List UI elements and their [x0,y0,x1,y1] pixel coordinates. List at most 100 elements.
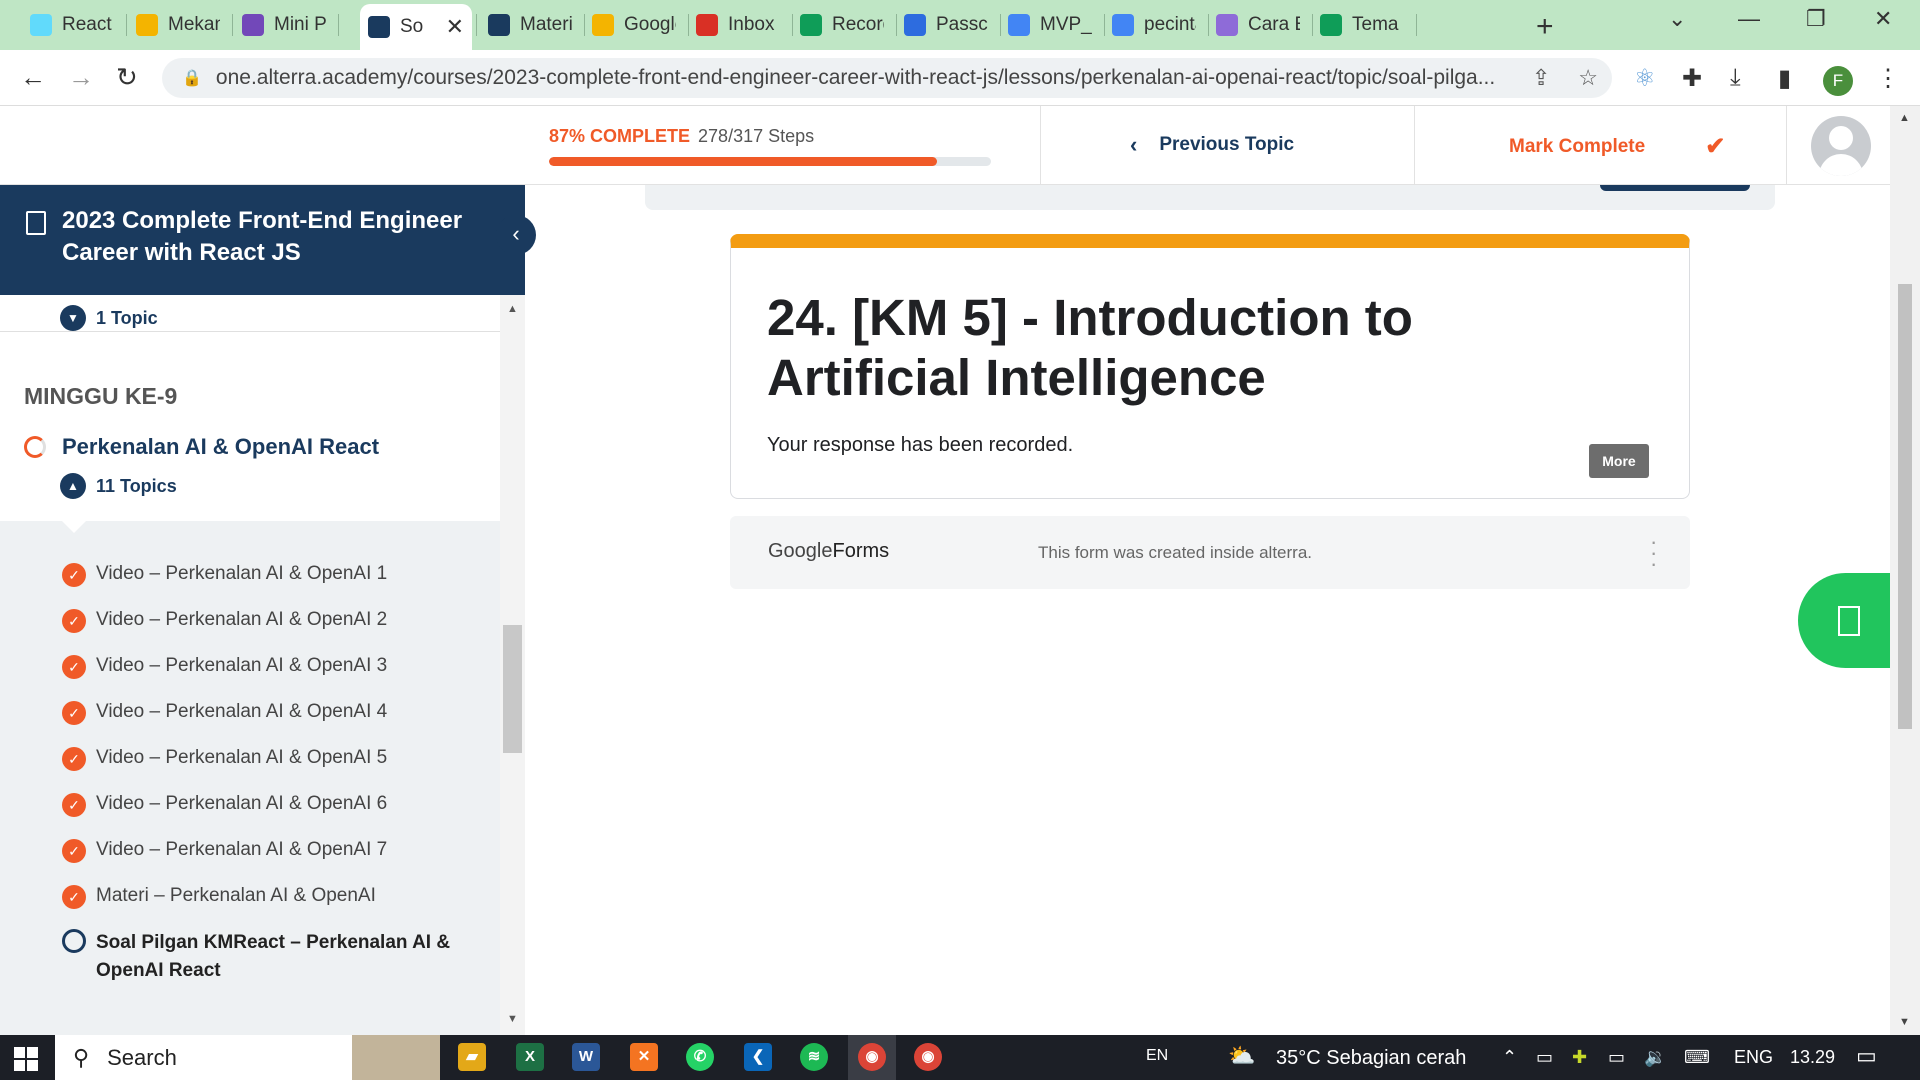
language-indicator[interactable]: ENG [1734,1047,1773,1068]
download-icon[interactable]: ⤓ [1730,64,1741,92]
course-header: 2023 Complete Front-End Engineer Career … [0,185,525,295]
tab-title: React [62,14,112,35]
notification-icon[interactable]: ▭ [1856,1043,1877,1069]
browser-tab[interactable]: Record [792,8,892,42]
meet-icon[interactable]: ▭ [1536,1047,1553,1068]
header-divider [1040,106,1041,185]
topic-item[interactable]: ✓ Video – Perkenalan AI & OpenAI 1 [62,563,476,609]
previous-topic-button[interactable]: ‹ Previous Topic [1130,132,1294,158]
forward-icon[interactable]: → [68,62,94,93]
sidebar-scrollbar[interactable]: ▲ ▼ [500,295,525,1035]
course-title[interactable]: 2023 Complete Front-End Engineer Career … [62,205,482,269]
mark-complete-button[interactable]: Mark Complete ✔ [1509,132,1725,161]
scroll-up-icon[interactable]: ▲ [1899,112,1910,124]
close-tab-icon[interactable]: ✕ [446,14,464,40]
progress-ring-icon [24,436,46,458]
clock[interactable]: 13.29 [1790,1047,1835,1068]
whatsapp-icon[interactable]: ✆ [686,1043,714,1071]
address-bar[interactable]: 🔒 one.alterra.academy/courses/2023-compl… [162,58,1612,98]
vpn-icon[interactable]: ✚ [1572,1047,1587,1068]
lesson-link[interactable]: Perkenalan AI & OpenAI React [24,434,379,460]
topic-item[interactable]: ✓ Video – Perkenalan AI & OpenAI 2 [62,609,476,655]
floating-action-button[interactable] [1798,573,1893,668]
topic-item[interactable]: ✓ Video – Perkenalan AI & OpenAI 6 [62,793,476,839]
browser-tab[interactable]: React [22,8,122,42]
browser-tab[interactable]: MVP_F [1000,8,1100,42]
spotify-icon[interactable]: ≋ [800,1043,828,1071]
browser-tab-strip: React Mekan Mini Pr So ✕ Materi Google Inbox ( R… [0,0,1920,50]
volume-icon[interactable]: 🔉 [1644,1047,1666,1068]
topic-label: Video – Perkenalan AI & OpenAI 2 [96,609,388,630]
browser-tab[interactable]: pecinta [1104,8,1204,42]
keyboard-icon[interactable]: ⌨ [1684,1047,1710,1068]
battery-icon[interactable]: ▭ [1608,1047,1625,1068]
side-panel-icon[interactable]: ▮ [1778,64,1791,93]
tab-title: Inbox ( [728,14,780,35]
weather-icon[interactable]: ⛅ [1228,1043,1255,1069]
topic-label: Video – Perkenalan AI & OpenAI 4 [96,701,388,722]
bookmark-star-icon[interactable]: ☆ [1578,65,1598,91]
input-language-short[interactable]: EN [1146,1047,1168,1065]
scroll-down-icon[interactable]: ▼ [507,1013,518,1025]
chrome-icon[interactable]: ◉ [914,1043,942,1071]
scroll-down-icon[interactable]: ▼ [1899,1016,1910,1028]
search-highlight-image[interactable] [352,1035,440,1080]
browser-tab[interactable]: Materi [480,8,580,42]
browser-tab[interactable]: Mini Pr [234,8,334,42]
google-forms-logo[interactable]: GoogleForms [768,540,889,563]
topic-item[interactable]: ✓ Materi – Perkenalan AI & OpenAI [62,885,476,931]
chrome-icon[interactable]: ◉ [858,1043,886,1071]
browser-tab[interactable]: Tema N [1312,8,1412,42]
course-progress: 87% COMPLETE 278/317 Steps [549,126,991,166]
profile-avatar[interactable]: F [1823,66,1853,96]
topic-list: ✓ Video – Perkenalan AI & OpenAI 1 ✓ Video … [62,563,476,981]
tray-overflow-icon[interactable]: ⌃ [1502,1047,1517,1068]
topic-item[interactable]: ✓ Video – Perkenalan AI & OpenAI 4 [62,701,476,747]
week-heading: MINGGU KE-9 [24,383,178,409]
close-window-button[interactable]: ✕ [1874,6,1892,32]
vscode-icon[interactable]: ❮ [744,1043,772,1071]
browser-tab[interactable]: Inbox ( [688,8,788,42]
minimize-button[interactable]: — [1738,6,1760,32]
incomplete-circle-icon [62,929,86,953]
file-explorer-icon[interactable]: ▰ [458,1043,486,1071]
react-devtools-icon[interactable]: ⚛ [1634,64,1656,93]
tab-separator [232,14,233,36]
lock-icon[interactable]: 🔒 [182,68,202,88]
page-scrollbar[interactable]: ▲ ▼ [1890,106,1920,1035]
browser-tab[interactable]: Google [584,8,684,42]
restore-button[interactable]: ❐ [1806,6,1826,32]
xampp-icon[interactable]: ✕ [630,1043,658,1071]
url-text[interactable]: one.alterra.academy/courses/2023-complet… [216,66,1518,90]
new-tab-button[interactable]: + [1536,10,1554,44]
browser-tab[interactable]: Passco [896,8,996,42]
prev-lesson-topic-toggle[interactable]: ▼ 1 Topic [60,305,158,331]
topic-item[interactable]: ✓ Video – Perkenalan AI & OpenAI 7 [62,839,476,885]
excel-icon[interactable]: X [516,1043,544,1071]
scrollbar-thumb[interactable] [503,625,522,753]
user-avatar[interactable] [1811,116,1871,176]
back-icon[interactable]: ← [20,62,46,93]
scroll-up-icon[interactable]: ▲ [507,303,518,315]
topic-item[interactable]: ✓ Video – Perkenalan AI & OpenAI 5 [62,747,476,793]
more-button[interactable]: More [1589,444,1649,478]
top-card-button[interactable] [1600,185,1750,191]
topic-item[interactable]: ✓ Video – Perkenalan AI & OpenAI 3 [62,655,476,701]
collapse-sidebar-button[interactable]: ‹ [496,215,536,255]
windows-start-icon[interactable] [14,1047,38,1071]
taskbar-search[interactable]: ⚲ Search [55,1035,355,1080]
topics-toggle[interactable]: ▲ 11 Topics [60,473,177,499]
share-icon[interactable]: ⇪ [1532,65,1550,91]
tab-search-icon[interactable]: ⌄ [1668,6,1686,32]
reload-icon[interactable]: ↻ [116,62,138,93]
topic-item[interactable]: Soal Pilgan KMReact – Perkenalan AI & Op… [62,929,476,981]
browser-tab[interactable]: Cara E [1208,8,1308,42]
menu-kebab-icon[interactable]: ⋮ [1876,64,1900,93]
weather-text[interactable]: 35°C Sebagian cerah [1276,1047,1466,1070]
browser-tab[interactable]: So ✕ [360,4,472,50]
form-menu-kebab-icon[interactable]: · · · [1650,531,1657,575]
scrollbar-thumb[interactable] [1898,284,1912,729]
browser-tab[interactable]: Mekan [128,8,228,42]
extensions-icon[interactable]: ✚ [1682,64,1702,93]
word-icon[interactable]: W [572,1043,600,1071]
